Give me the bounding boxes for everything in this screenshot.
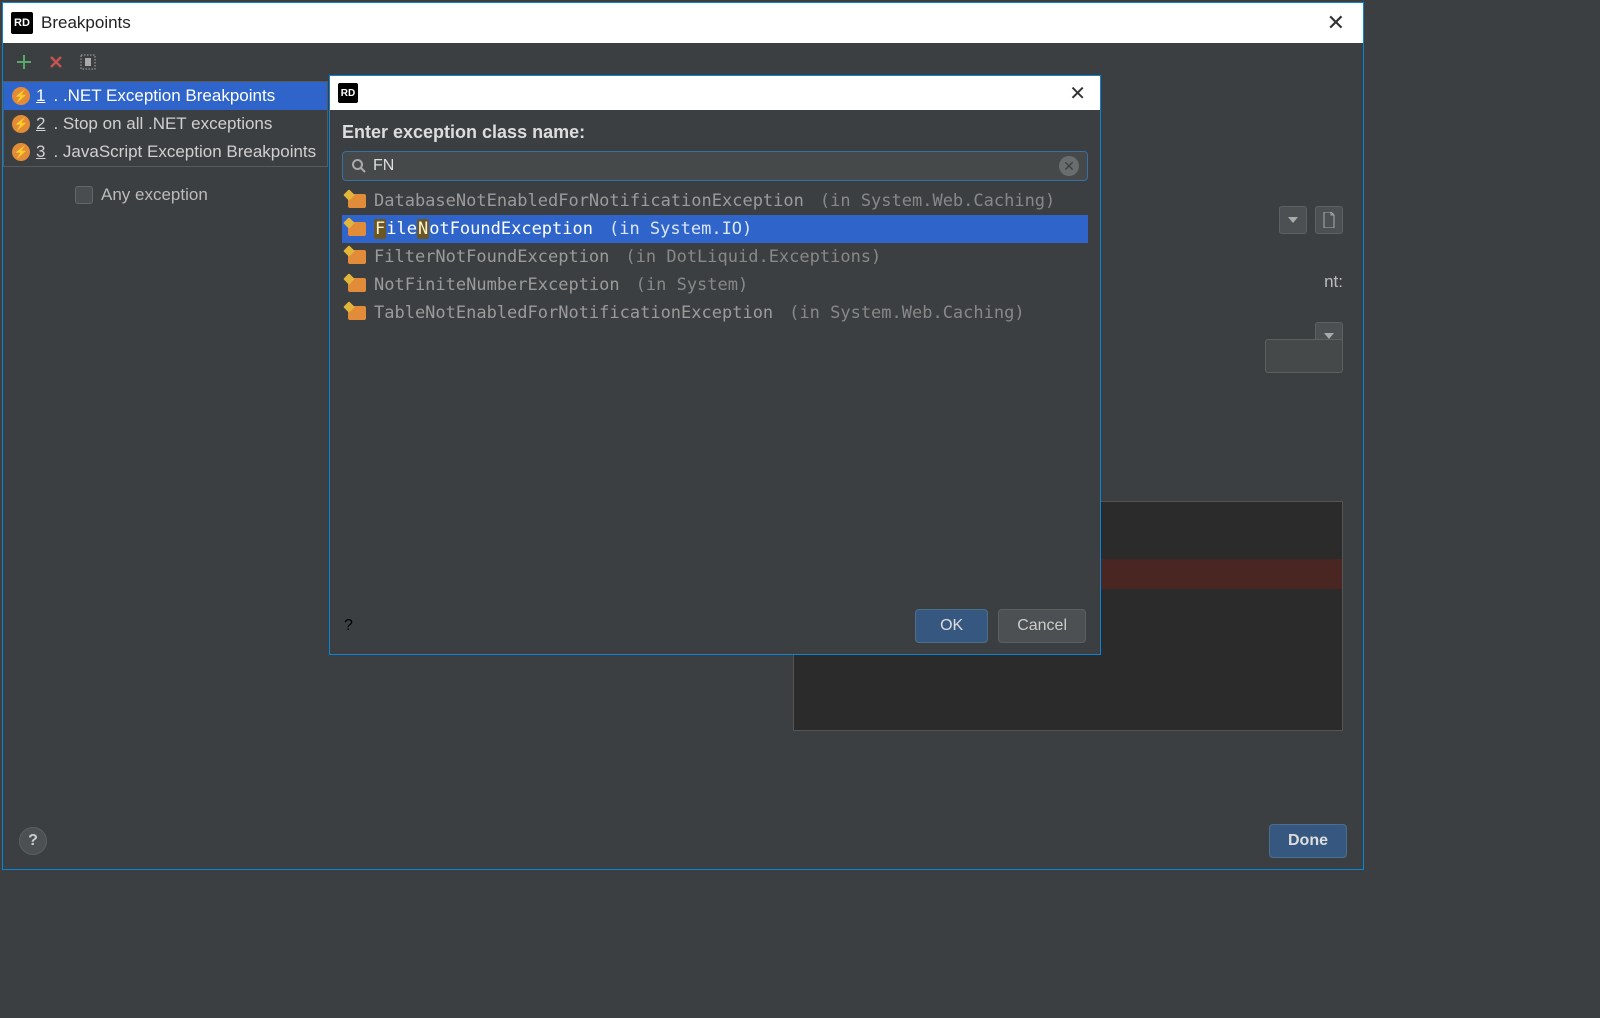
checkbox-icon[interactable] [75,186,93,204]
ok-button[interactable]: OK [915,609,988,643]
group-button[interactable] [77,51,99,73]
menu-item[interactable]: ⚡ 3 . JavaScript Exception Breakpoints [4,138,327,166]
plus-icon [16,54,32,70]
result-row[interactable]: DatabaseNotEnabledForNotificationExcepti… [342,187,1088,215]
bolt-icon: ⚡ [12,115,30,133]
exception-icon [348,194,366,208]
menu-item-label: . JavaScript Exception Breakpoints [53,142,316,162]
result-row[interactable]: TableNotEnabledForNotificationException (… [342,299,1088,327]
exception-class-dialog: RD ✕ Enter exception class name: ✕ Datab… [329,75,1101,655]
result-name: TableNotEnabledForNotificationException [374,303,773,323]
result-name: FilterNotFoundException [374,247,609,267]
bolt-icon: ⚡ [12,143,30,161]
search-box[interactable]: ✕ [342,151,1088,181]
done-button[interactable]: Done [1269,824,1347,858]
remove-button[interactable] [45,51,67,73]
window-title: Breakpoints [41,13,1317,33]
exception-icon [348,278,366,292]
exception-icon [348,222,366,236]
menu-item-label: . Stop on all .NET exceptions [53,114,272,134]
menu-item-number: 1 [36,86,45,106]
menu-item-number: 3 [36,142,45,162]
bolt-icon: ⚡ [12,87,30,105]
modal-footer: ? OK Cancel [330,598,1100,654]
footer: ? Done [3,813,1363,869]
modal-titlebar[interactable]: RD ✕ [330,76,1100,110]
result-row[interactable]: NotFiniteNumberException (in System) [342,271,1088,299]
exception-icon [348,250,366,264]
result-name: NotFiniteNumberException [374,275,620,295]
result-namespace: (in System.Web.Caching) [820,191,1055,211]
tree-item-label: Any exception [101,185,208,205]
close-icon[interactable]: ✕ [1063,81,1092,106]
result-namespace: (in DotLiquid.Exceptions) [625,247,881,267]
clear-button[interactable]: ✕ [1059,156,1079,176]
result-namespace: (in System.IO) [609,219,752,239]
menu-item[interactable]: ⚡ 1 . .NET Exception Breakpoints [4,82,327,110]
dropdown-button[interactable] [1279,206,1307,234]
titlebar[interactable]: RD Breakpoints ✕ [3,3,1363,43]
results-list: DatabaseNotEnabledForNotificationExcepti… [342,187,1088,327]
modal-label: Enter exception class name: [342,122,1088,143]
help-button[interactable]: ? [344,617,353,635]
result-row[interactable]: FileNotFoundException (in System.IO) [342,215,1088,243]
search-input[interactable] [373,157,1053,175]
app-icon: RD [338,83,358,103]
result-name: FileNotFoundException [374,219,593,239]
chevron-down-icon [1288,217,1298,223]
add-button[interactable] [13,51,35,73]
page-icon [1322,212,1336,228]
result-namespace: (in System) [636,275,749,295]
textbox[interactable] [1265,339,1343,373]
result-namespace: (in System.Web.Caching) [789,303,1024,323]
cancel-button[interactable]: Cancel [998,609,1086,643]
nt-label: nt: [1324,272,1343,292]
result-row[interactable]: FilterNotFoundException (in DotLiquid.Exc… [342,243,1088,271]
app-icon: RD [11,12,33,34]
breakpoint-type-menu: ⚡ 1 . .NET Exception Breakpoints ⚡ 2 . Stop o… [3,81,328,167]
close-icon[interactable]: ✕ [1317,10,1355,36]
x-icon [48,54,64,70]
document-icon [79,53,97,71]
menu-item-label: . .NET Exception Breakpoints [53,86,275,106]
right-controls: nt: [1279,206,1343,350]
exception-icon [348,306,366,320]
result-name: DatabaseNotEnabledForNotificationExcepti… [374,191,804,211]
search-icon [351,158,367,174]
menu-item[interactable]: ⚡ 2 . Stop on all .NET exceptions [4,110,327,138]
modal-body: Enter exception class name: ✕ DatabaseNo… [330,110,1100,598]
document-button[interactable] [1315,206,1343,234]
menu-item-number: 2 [36,114,45,134]
help-button[interactable]: ? [19,827,47,855]
